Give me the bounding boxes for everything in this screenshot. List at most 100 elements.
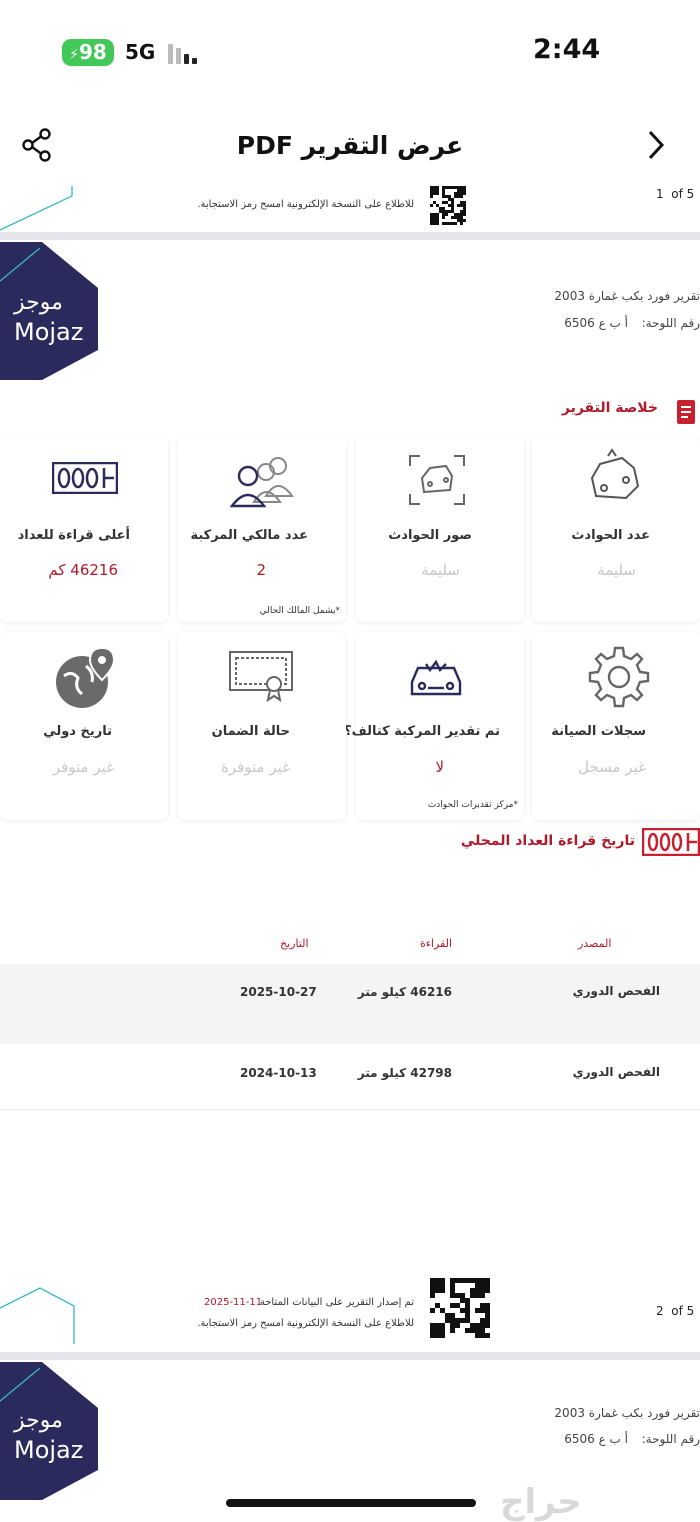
page-title: عرض التقرير PDF (236, 131, 464, 160)
page-number: 1 of 5 (656, 187, 695, 201)
card-title: أعلى قراءة للعداد (17, 528, 130, 543)
qr-module (445, 213, 448, 216)
international-history-card: تاريخ دولي غير متوفر (0, 632, 168, 820)
report-title: تقرير فورد بكب غمارة 2003 (554, 289, 700, 303)
card-value: سليمة (597, 561, 636, 579)
card-note: *مركز تقديرات الحوادث (427, 800, 518, 810)
card-note: *يشمل المالك الحالي (259, 606, 340, 616)
report-doc-icon (675, 398, 697, 426)
accidents-count-card: عدد الحوادث سليمة (532, 436, 700, 622)
globe-pin-icon (56, 646, 116, 708)
back-button[interactable] (640, 127, 674, 163)
report-title: تقرير فورد بكب غمارة 2003 (554, 1406, 700, 1420)
owners-count-card: عدد مالكي المركبة 2 *يشمل المالك الحالي (178, 436, 346, 622)
qr-module (485, 1333, 490, 1338)
card-value: غير متوفر (52, 758, 114, 776)
page-number: 2 of 5 (656, 1304, 695, 1318)
odometer-section-title: تاريخ قراءة العداد المحلي (460, 833, 635, 849)
card-title: سجلات الصيانة (551, 724, 646, 739)
card-value: غير متوفرة (220, 758, 290, 776)
navigation-bar: عرض التقرير PDF (0, 105, 700, 188)
home-indicator[interactable] (226, 1499, 476, 1507)
qr-module (440, 1288, 445, 1293)
status-bar: ⚡98 5G 2:44 (0, 0, 700, 105)
qr-module (430, 204, 433, 207)
issued-text: تم إصدار التقرير على البيانات المتاحة (259, 1297, 414, 1308)
qr-module (430, 1308, 435, 1313)
card-title: حالة الضمان (211, 724, 290, 739)
qr-module (440, 1333, 445, 1338)
qr-code (428, 1278, 490, 1338)
table-bottom-border (0, 1109, 700, 1110)
card-value: لا (435, 758, 444, 776)
column-header-date: التاريخ (280, 937, 309, 950)
qr-module (463, 219, 466, 222)
share-icon (22, 128, 51, 162)
battery-indicator: ⚡98 (62, 39, 114, 66)
qr-module (480, 1293, 485, 1298)
row-reading: 46216 كيلو متر (357, 985, 452, 999)
card-title: تم تقدير المركبة كتالف؟ (344, 724, 500, 739)
qr-module (455, 1323, 460, 1328)
card-title: تاريخ دولي (43, 724, 112, 739)
charging-icon: ⚡ (69, 47, 79, 63)
accident-photo-icon (409, 455, 465, 505)
qr-module (442, 216, 445, 219)
qr-module (485, 1288, 490, 1293)
page1-qr-text: للاطلاع على النسخة الإلكترونية امسح رمز … (197, 199, 414, 210)
card-title: صور الحوادث (388, 528, 472, 543)
certificate-icon (229, 651, 293, 702)
maintenance-records-card: سجلات الصيانة غير مسجل (532, 632, 700, 820)
card-value: 2 (256, 561, 266, 579)
table-row: الفحص الدوري 46216 كيلو متر 2025-10-27 (0, 964, 700, 1044)
card-title: عدد مالكي المركبة (190, 528, 308, 543)
gear-icon (588, 646, 650, 708)
clock: 2:44 (533, 34, 601, 65)
card-title: عدد الحوادث (571, 528, 650, 543)
summary-title: خلاصة التقرير (561, 400, 658, 416)
qr-module (463, 192, 466, 195)
table-row: الفحص الدوري 42798 كيلو متر 2024-10-13 (0, 1045, 700, 1109)
plate-label: رقم اللوحة: (641, 316, 700, 330)
qr-module (436, 192, 439, 195)
qr-module (430, 195, 433, 198)
plate-value: أ ب ع 6506 (564, 1432, 628, 1446)
qr-module (463, 213, 466, 216)
chevron-right-icon (648, 130, 665, 160)
qr-module (450, 1328, 455, 1333)
page-separator (0, 232, 700, 240)
qr-module (485, 1323, 490, 1328)
row-date: 2025-10-27 (240, 985, 317, 999)
odometer-icon (52, 462, 118, 494)
qr-module (430, 1293, 435, 1298)
row-source: الفحص الدوري (572, 984, 660, 998)
column-header-source: المصدر (578, 937, 612, 950)
odometer-section-icon (641, 827, 700, 857)
row-reading: 42798 كيلو متر (357, 1066, 452, 1080)
column-header-reading: القراءة (420, 937, 453, 950)
mojaz-logo: موجز Mojaz (0, 1362, 110, 1502)
row-source: الفحص الدوري (572, 1065, 660, 1079)
plate-label: رقم اللوحة: (641, 1432, 700, 1446)
issued-date: 2025-11-11 (204, 1297, 263, 1308)
accident-photos-card: صور الحوادث سليمة (356, 436, 524, 622)
damaged-car-icon (410, 660, 462, 696)
page-separator (0, 1352, 700, 1360)
network-label: 5G (125, 40, 156, 64)
teal-hexagon-decoration (0, 1287, 75, 1344)
teal-hexagon-decoration (0, 186, 73, 231)
warranty-status-card: حالة الضمان غير متوفرة (178, 632, 346, 820)
qr-code (428, 186, 490, 226)
card-value: غير مسجل (578, 758, 646, 776)
card-value: 46216 كم (48, 561, 118, 579)
mojaz-logo: موجز Mojaz (0, 242, 110, 382)
share-button[interactable] (20, 127, 56, 163)
row-date: 2024-10-13 (240, 1066, 317, 1080)
page2-qr-text: للاطلاع على النسخة الإلكترونية امسح رمز … (197, 1318, 414, 1329)
qr-module (436, 222, 439, 225)
total-loss-card: تم تقدير المركبة كتالف؟ لا *مركز تقديرات… (344, 632, 524, 820)
card-value: سليمة (421, 561, 460, 579)
watermark: حراج (500, 1482, 582, 1522)
qr-module (460, 222, 463, 225)
qr-module (454, 222, 457, 225)
